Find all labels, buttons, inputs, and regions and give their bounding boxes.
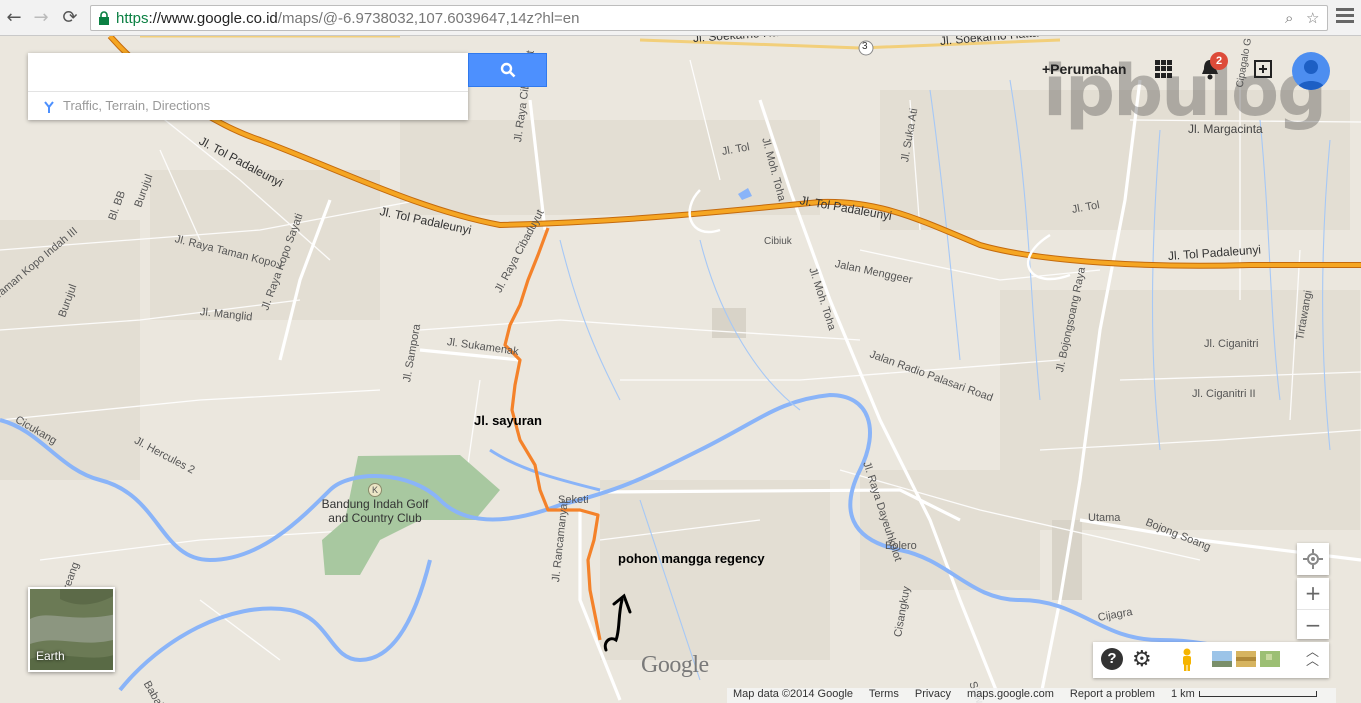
google-logo: Google bbox=[641, 652, 709, 678]
zoom-icon[interactable]: ⌕ bbox=[1285, 9, 1293, 27]
report-problem-link[interactable]: Report a problem bbox=[1070, 688, 1155, 700]
directions-link[interactable]: Traffic, Terrain, Directions bbox=[28, 91, 468, 120]
pegman-icon[interactable] bbox=[1180, 648, 1194, 672]
account-name-link[interactable]: +Perumahan bbox=[1042, 61, 1126, 77]
gear-icon[interactable]: ⚙ bbox=[1132, 647, 1152, 672]
url-path: /maps/@-6.9738032,107.6039647,14z?hl=en bbox=[277, 10, 580, 27]
earth-label: Earth bbox=[36, 649, 65, 663]
url-text: https://www.google.co.id/maps/@-6.973803… bbox=[116, 10, 580, 27]
crosshair-icon bbox=[1303, 549, 1323, 569]
url-scheme: https bbox=[116, 10, 149, 27]
browser-toolbar: ← → ⟳ https://www.google.co.id/maps/@-6.… bbox=[0, 0, 1361, 36]
menu-icon[interactable] bbox=[1336, 8, 1354, 26]
place-label: Utama bbox=[1088, 512, 1121, 524]
star-icon[interactable]: ☆ bbox=[1306, 9, 1319, 27]
avatar[interactable] bbox=[1292, 52, 1330, 90]
directions-label: Traffic, Terrain, Directions bbox=[63, 98, 211, 113]
place-label: Cibiuk bbox=[764, 236, 792, 247]
scale-bar bbox=[1198, 691, 1317, 698]
search-panel: Traffic, Terrain, Directions bbox=[28, 53, 468, 120]
search-icon bbox=[500, 62, 516, 78]
notification-badge[interactable]: 2 bbox=[1210, 52, 1228, 70]
annotation-sayuran: Jl. sayuran bbox=[474, 413, 542, 428]
chevron-up-icon[interactable]: ︿ ︿ bbox=[1306, 646, 1319, 668]
forward-arrow-icon[interactable]: → bbox=[29, 6, 53, 30]
address-bar[interactable]: https://www.google.co.id/maps/@-6.973803… bbox=[90, 5, 1328, 31]
search-button[interactable] bbox=[468, 53, 547, 87]
search-input[interactable] bbox=[28, 53, 468, 87]
privacy-link[interactable]: Privacy bbox=[915, 688, 951, 700]
url-host: ://www.google.co.id bbox=[148, 10, 278, 27]
urban-areas bbox=[0, 90, 1360, 660]
place-label: Bolero bbox=[885, 540, 917, 552]
share-plus-icon[interactable] bbox=[1253, 59, 1273, 79]
layer-thumb-satellite[interactable] bbox=[1212, 651, 1232, 667]
back-arrow-icon[interactable]: ← bbox=[2, 6, 26, 30]
lock-icon bbox=[99, 11, 109, 25]
layer-thumb-terrain[interactable] bbox=[1236, 651, 1256, 667]
zoom-in-button[interactable]: + bbox=[1297, 578, 1329, 608]
user-silhouette-icon bbox=[1297, 60, 1325, 90]
my-location-button[interactable] bbox=[1297, 543, 1329, 575]
help-icon[interactable]: ? bbox=[1101, 648, 1123, 670]
site-link[interactable]: maps.google.com bbox=[967, 688, 1054, 700]
bottom-toolbar bbox=[1093, 642, 1329, 678]
annotation-regency: pohon mangga regency bbox=[618, 551, 765, 566]
zoom-out-button[interactable]: − bbox=[1297, 609, 1329, 639]
route-shield: 3 bbox=[862, 41, 868, 52]
map-footer: Map data ©2014 Google Terms Privacy maps… bbox=[727, 688, 1336, 703]
scale-label[interactable]: 1 km bbox=[1171, 688, 1195, 700]
directions-icon bbox=[44, 101, 54, 113]
zoom-control: + − bbox=[1297, 578, 1329, 639]
map-canvas[interactable]: Jl. Soekarno Hatta Jl. Soekarno Hatta 3 … bbox=[0, 36, 1361, 703]
golf-label: Bandung Indah Golf and Country Club bbox=[321, 497, 429, 525]
reload-icon[interactable]: ⟳ bbox=[58, 6, 82, 30]
map-data-attribution: Map data ©2014 Google bbox=[733, 688, 854, 700]
road-label: Jl. Ciganitri II bbox=[1192, 388, 1256, 400]
golf-poi-icon[interactable]: K bbox=[368, 483, 382, 497]
terms-link[interactable]: Terms bbox=[869, 688, 899, 700]
road-label: Jl. Ciganitri bbox=[1204, 338, 1259, 350]
apps-grid-icon[interactable] bbox=[1155, 60, 1173, 78]
earth-view-toggle[interactable]: Earth bbox=[28, 587, 115, 672]
layer-thumb-map[interactable] bbox=[1260, 651, 1280, 667]
